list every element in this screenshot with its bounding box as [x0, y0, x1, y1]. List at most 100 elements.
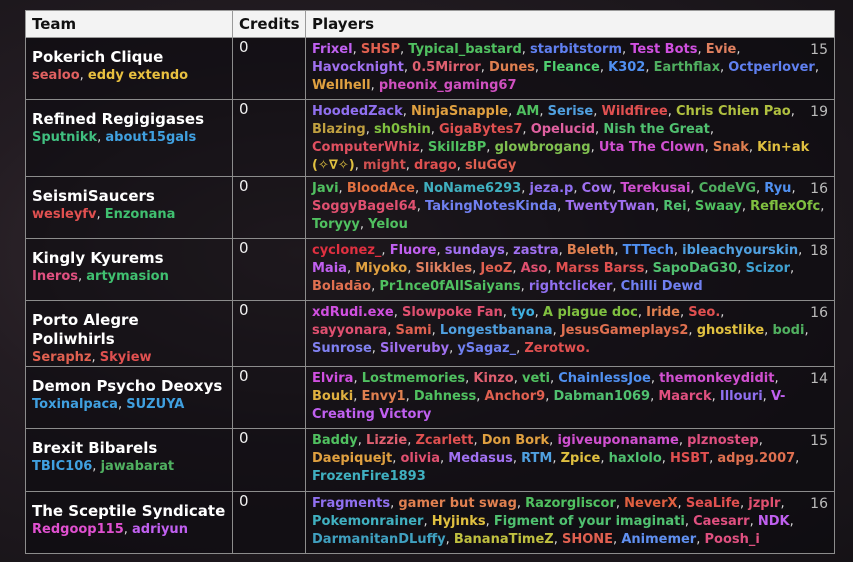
player-name[interactable]: Illouri [720, 389, 763, 404]
player-name[interactable]: NinjaSnapple [411, 104, 508, 119]
player-name[interactable]: RTM [521, 451, 552, 466]
player-name[interactable]: starbitstorm [530, 42, 622, 57]
player-name[interactable]: sayyonara [312, 323, 387, 338]
player-name[interactable]: BananaTimeZ [454, 532, 554, 547]
player-name[interactable]: Pr1nce0fAllSaiyans [379, 279, 520, 294]
player-name[interactable]: haxlolo [609, 451, 662, 466]
player-name[interactable]: BloodAce [347, 181, 415, 196]
player-name[interactable]: Lostmemories [362, 371, 465, 386]
player-name[interactable]: TwentyTwan [565, 199, 655, 214]
player-name[interactable]: Scizor [746, 261, 790, 276]
player-name[interactable]: Toryyy [312, 217, 360, 232]
player-name[interactable]: Octperlover [728, 60, 815, 75]
player-name[interactable]: Swaay [695, 199, 742, 214]
player-name[interactable]: Animemer [621, 532, 696, 547]
player-name[interactable]: Don Bork [482, 433, 549, 448]
player-name[interactable]: gamer but swag [398, 496, 517, 511]
player-name[interactable]: Longestbanana [440, 323, 553, 338]
player-name[interactable]: Earthflax [654, 60, 720, 75]
player-name[interactable]: Pokemonrainer [312, 514, 423, 529]
captain-name[interactable]: about15gals [105, 130, 196, 145]
player-name[interactable]: Razorgliscor [525, 496, 616, 511]
player-name[interactable]: ghostlike [697, 323, 764, 338]
player-name[interactable]: SeaLife [686, 496, 740, 511]
player-name[interactable]: jzplr [748, 496, 780, 511]
player-name[interactable]: Terekusai [620, 181, 690, 196]
player-name[interactable]: SoggyBagel64 [312, 199, 417, 214]
player-name[interactable]: Sami [395, 323, 431, 338]
player-name[interactable]: Silveruby [380, 341, 449, 356]
player-name[interactable]: tyo [511, 305, 535, 320]
player-name[interactable]: NeverX [624, 496, 677, 511]
player-name[interactable]: Fluore [390, 243, 437, 258]
header-credits[interactable]: Credits [232, 10, 306, 38]
player-name[interactable]: Javi [312, 181, 339, 196]
player-name[interactable]: GigaBytes7 [439, 122, 522, 137]
player-name[interactable]: Seo. [688, 305, 720, 320]
player-name[interactable]: sluGGy [465, 158, 516, 173]
player-name[interactable]: K302 [608, 60, 645, 75]
player-name[interactable]: Typical_bastard [408, 42, 522, 57]
player-name[interactable]: Uta The Clown [599, 140, 705, 155]
header-players[interactable]: Players [305, 10, 835, 38]
player-name[interactable]: Zcarlett [415, 433, 473, 448]
captain-name[interactable]: wesleyfv [32, 207, 96, 222]
player-name[interactable]: Chris Chien Pao [676, 104, 791, 119]
player-name[interactable]: 0.5Mirror [412, 60, 481, 75]
player-name[interactable]: Iride [646, 305, 680, 320]
captain-name[interactable]: eddy extendo [88, 68, 188, 83]
player-name[interactable]: veti [522, 371, 550, 386]
captain-name[interactable]: Redgoop115 [32, 522, 124, 537]
player-name[interactable]: Wellhell [312, 78, 371, 93]
player-name[interactable]: ySagaz_ [457, 341, 516, 356]
player-name[interactable]: Figment of your imaginati [494, 514, 685, 529]
player-name[interactable]: TakingNotesKinda [425, 199, 557, 214]
player-name[interactable]: FrozenFire1893 [312, 469, 426, 484]
player-name[interactable]: Snak [713, 140, 749, 155]
player-name[interactable]: Cow [582, 181, 612, 196]
player-name[interactable]: Zerotwo. [524, 341, 590, 356]
player-name[interactable]: glowbrogang [495, 140, 591, 155]
player-name[interactable]: Maarck [658, 389, 711, 404]
captain-name[interactable]: Enzonana [105, 207, 176, 222]
player-name[interactable]: HoodedZack [312, 104, 403, 119]
player-name[interactable]: Envy1 [361, 389, 405, 404]
player-name[interactable]: Kinzo [473, 371, 513, 386]
player-name[interactable]: Test Bots [630, 42, 697, 57]
player-name[interactable]: Maia [312, 261, 347, 276]
player-name[interactable]: sundays [445, 243, 505, 258]
player-name[interactable]: drago [414, 158, 457, 173]
player-name[interactable]: Yelou [368, 217, 408, 232]
player-name[interactable]: Medasus [448, 451, 513, 466]
player-name[interactable]: Marss Barss [556, 261, 645, 276]
player-name[interactable]: Hyjinks [432, 514, 486, 529]
player-name[interactable]: Ryu [764, 181, 791, 196]
player-name[interactable]: Chilli Dewd [621, 279, 703, 294]
captain-name[interactable]: sealoo [32, 68, 80, 83]
player-name[interactable]: zastra [513, 243, 558, 258]
player-name[interactable]: Sunrose [312, 341, 372, 356]
player-name[interactable]: Dahness [414, 389, 476, 404]
player-name[interactable]: Elvira [312, 371, 353, 386]
player-name[interactable]: Fleance [543, 60, 600, 75]
player-name[interactable]: Rei [663, 199, 686, 214]
player-name[interactable]: plznostep [687, 433, 759, 448]
player-name[interactable]: Slowpoke Fan [402, 305, 503, 320]
player-name[interactable]: Dunes [489, 60, 535, 75]
player-name[interactable]: Daepiquejt [312, 451, 392, 466]
player-name[interactable]: Caesarr [693, 514, 749, 529]
player-name[interactable]: Bouki [312, 389, 353, 404]
player-name[interactable]: SHONE [562, 532, 613, 547]
player-name[interactable]: rightclicker [529, 279, 613, 294]
player-name[interactable]: Fragments [312, 496, 390, 511]
captain-name[interactable]: TBIC106 [32, 459, 92, 474]
player-name[interactable]: cyclonez_ [312, 243, 381, 258]
player-name[interactable]: JesusGameplays2 [561, 323, 689, 338]
player-name[interactable]: AM [516, 104, 539, 119]
player-name[interactable]: Slikkles [416, 261, 473, 276]
player-name[interactable]: Nish the Great [603, 122, 710, 137]
player-name[interactable]: Boladão [312, 279, 371, 294]
player-name[interactable]: Frixel [312, 42, 353, 57]
player-name[interactable]: Blazing [312, 122, 366, 137]
player-name[interactable]: Aso [521, 261, 548, 276]
